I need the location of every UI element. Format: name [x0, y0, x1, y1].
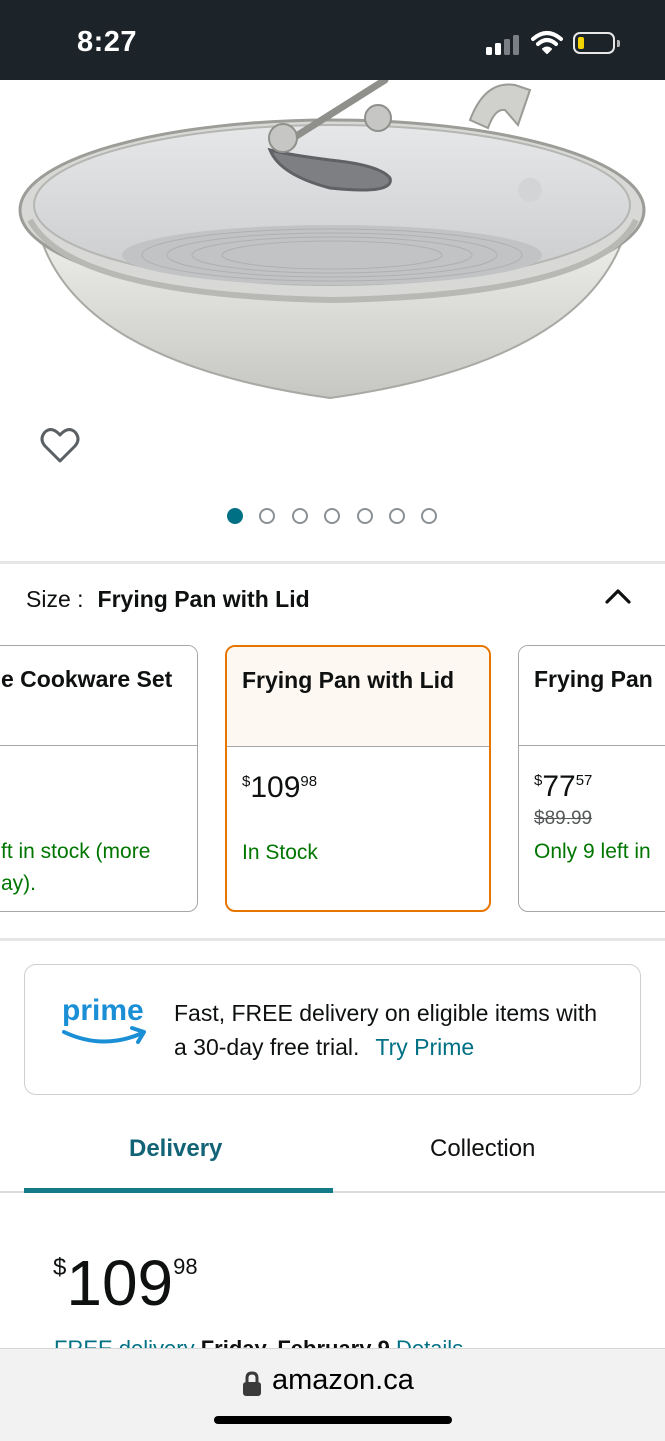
size-selector-header[interactable]: Size : Frying Pan with Lid: [26, 586, 310, 613]
svg-text:prime: prime: [62, 994, 144, 1027]
size-option-title: Frying Pan: [534, 666, 653, 692]
list-price: $89.99: [534, 808, 593, 829]
battery-cap: [617, 40, 620, 47]
size-option-title: Frying Pan with Lid: [242, 667, 455, 693]
size-option-card-frying-pan[interactable]: Frying Pan $7757 $89.99 Only 9 left in: [518, 645, 665, 912]
carousel-dot[interactable]: [324, 508, 340, 524]
active-tab-indicator: [24, 1188, 333, 1193]
stock-status-continued: ay).: [1, 872, 37, 895]
carousel-dot[interactable]: [389, 508, 405, 524]
chevron-up-icon[interactable]: [604, 586, 632, 606]
wifi-icon: [531, 31, 563, 54]
product-image[interactable]: [0, 80, 665, 420]
image-carousel-indicator: [227, 508, 442, 524]
carousel-dot[interactable]: [227, 508, 243, 524]
size-option-price: $10998: [242, 771, 318, 804]
buybox-price: $10998: [53, 1247, 198, 1319]
status-time: 8:27: [77, 26, 138, 58]
tab-delivery[interactable]: Delivery: [129, 1135, 222, 1163]
size-selected-value: Frying Pan with Lid: [97, 586, 310, 612]
carousel-dot[interactable]: [421, 508, 437, 524]
size-label: Size :: [26, 586, 84, 612]
size-option-title: e Cookware Set: [1, 666, 173, 692]
lock-icon: [243, 1371, 261, 1396]
prime-logo: prime: [62, 994, 146, 1044]
prime-promo-text: Fast, FREE delivery on eligible items wi…: [174, 996, 614, 1064]
url-text[interactable]: amazon.ca: [272, 1364, 414, 1397]
stock-status: In Stock: [242, 841, 318, 864]
carousel-dot[interactable]: [292, 508, 308, 524]
cellular-signal-icon: [486, 33, 520, 55]
size-option-price: $7757: [534, 770, 593, 803]
tab-collection[interactable]: Collection: [430, 1135, 535, 1163]
section-divider: [0, 938, 665, 941]
carousel-dot[interactable]: [259, 508, 275, 524]
section-divider: [0, 561, 665, 564]
carousel-dot[interactable]: [357, 508, 373, 524]
stock-status: Only 9 left in: [534, 840, 651, 863]
home-indicator[interactable]: [214, 1416, 452, 1424]
size-option-card-frying-pan-with-lid[interactable]: Frying Pan with Lid $10998 In Stock: [225, 645, 491, 912]
wishlist-heart-icon[interactable]: [40, 427, 80, 465]
stock-status: ft in stock (more: [1, 840, 151, 863]
try-prime-link[interactable]: Try Prime: [375, 1034, 474, 1060]
battery-icon: [573, 32, 615, 54]
size-option-card-cookware-set[interactable]: e Cookware Set ft in stock (more ay).: [0, 645, 198, 912]
